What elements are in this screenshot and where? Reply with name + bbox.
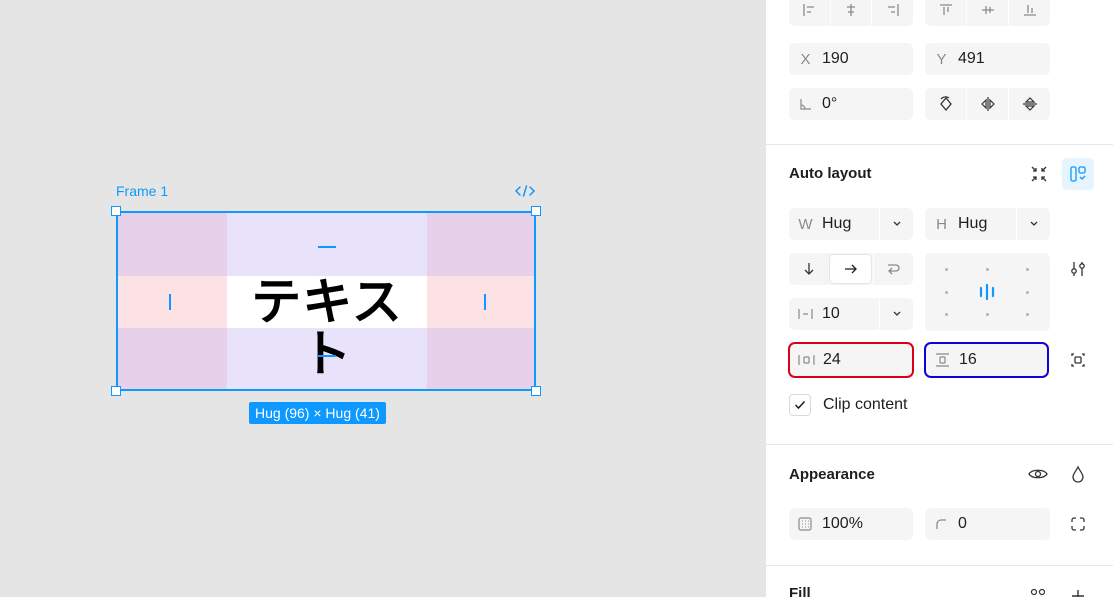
vertical-padding-field[interactable]: 16 bbox=[924, 342, 1049, 378]
align-center-indicator-icon[interactable] bbox=[978, 284, 996, 300]
corner-radius-value[interactable]: 0 bbox=[958, 515, 1050, 533]
align-center-h-icon[interactable] bbox=[829, 0, 872, 26]
flip-horizontal-icon[interactable] bbox=[966, 88, 1008, 120]
independent-corners-icon[interactable] bbox=[1062, 508, 1094, 540]
properties-panel: X 190 Y 491 0° Auto layout W Hug H Hug 1… bbox=[765, 0, 1113, 597]
bottom-padding-marker[interactable] bbox=[318, 355, 336, 357]
horizontal-padding-value[interactable]: 24 bbox=[823, 351, 912, 369]
resize-handle-bottom-left[interactable] bbox=[111, 386, 121, 396]
frame-1[interactable]: テキスト bbox=[116, 211, 536, 391]
text-layer[interactable]: テキスト bbox=[227, 276, 427, 380]
auto-layout-toggle-icon[interactable] bbox=[1062, 158, 1094, 190]
suggest-auto-layout-icon[interactable] bbox=[1023, 158, 1055, 190]
align-dot[interactable] bbox=[1026, 313, 1029, 316]
opacity-icon bbox=[789, 516, 822, 532]
gap-value[interactable]: 10 bbox=[822, 305, 879, 323]
align-dot[interactable] bbox=[1026, 268, 1029, 271]
align-top-icon[interactable] bbox=[925, 0, 966, 26]
chevron-down-icon[interactable] bbox=[1016, 208, 1050, 240]
align-dot[interactable] bbox=[945, 313, 948, 316]
flip-vertical-icon[interactable] bbox=[1008, 88, 1050, 120]
vertical-align-group bbox=[925, 0, 1050, 26]
x-value[interactable]: 190 bbox=[822, 50, 913, 68]
add-fill-icon[interactable] bbox=[1062, 580, 1094, 597]
appearance-title: Appearance bbox=[789, 466, 875, 483]
horizontal-align-group bbox=[789, 0, 913, 26]
divider bbox=[766, 444, 1113, 445]
right-padding-marker[interactable] bbox=[484, 294, 486, 310]
height-value[interactable]: Hug bbox=[958, 215, 1016, 233]
rotation-field[interactable]: 0° bbox=[789, 88, 913, 120]
frame-name-label[interactable]: Frame 1 bbox=[116, 183, 168, 199]
y-label: Y bbox=[936, 50, 947, 68]
left-padding-marker[interactable] bbox=[169, 294, 171, 310]
clip-content-label[interactable]: Clip content bbox=[823, 396, 908, 414]
individual-padding-icon[interactable] bbox=[1062, 344, 1094, 376]
sliders-icon[interactable] bbox=[1062, 253, 1094, 285]
vertical-padding-value[interactable]: 16 bbox=[959, 351, 1047, 369]
width-field[interactable]: W Hug bbox=[789, 208, 913, 240]
chevron-down-icon[interactable] bbox=[879, 298, 913, 330]
horizontal-padding-field[interactable]: 24 bbox=[788, 342, 914, 378]
design-canvas[interactable]: Frame 1 テキスト Hug (96) × Hug (41) bbox=[0, 0, 765, 597]
code-icon[interactable] bbox=[514, 183, 536, 199]
y-position-field[interactable]: Y 491 bbox=[925, 43, 1050, 75]
align-middle-v-icon[interactable] bbox=[966, 0, 1008, 26]
align-dot[interactable] bbox=[945, 291, 948, 294]
resize-handle-top-right[interactable] bbox=[531, 206, 541, 216]
opacity-field[interactable]: 100% bbox=[789, 508, 913, 540]
clip-content-checkbox[interactable] bbox=[789, 394, 811, 416]
x-label: X bbox=[800, 50, 811, 68]
gap-field[interactable]: 10 bbox=[789, 298, 913, 330]
rotate-90-icon[interactable] bbox=[925, 88, 966, 120]
size-badge: Hug (96) × Hug (41) bbox=[249, 402, 386, 424]
drop-icon[interactable] bbox=[1062, 458, 1094, 490]
width-value[interactable]: Hug bbox=[822, 215, 879, 233]
styles-grid-icon[interactable] bbox=[1022, 580, 1054, 597]
fill-title: Fill bbox=[789, 585, 811, 597]
divider bbox=[766, 565, 1113, 566]
align-right-icon[interactable] bbox=[871, 0, 913, 26]
align-dot[interactable] bbox=[945, 268, 948, 271]
eye-icon[interactable] bbox=[1022, 458, 1054, 490]
direction-group bbox=[789, 253, 913, 285]
top-padding-marker[interactable] bbox=[318, 246, 336, 248]
align-left-icon[interactable] bbox=[789, 0, 830, 26]
rotation-value[interactable]: 0° bbox=[822, 95, 913, 113]
arrow-down-icon[interactable] bbox=[789, 253, 828, 285]
align-dot[interactable] bbox=[986, 268, 989, 271]
chevron-down-icon[interactable] bbox=[879, 208, 913, 240]
wrap-icon[interactable] bbox=[872, 253, 913, 285]
corner-radius-icon bbox=[925, 517, 958, 531]
alignment-grid[interactable] bbox=[925, 253, 1050, 331]
x-position-field[interactable]: X 190 bbox=[789, 43, 913, 75]
align-dot[interactable] bbox=[986, 313, 989, 316]
transform-group bbox=[925, 88, 1050, 120]
angle-icon bbox=[789, 97, 822, 111]
opacity-value[interactable]: 100% bbox=[822, 515, 913, 533]
height-label: H bbox=[936, 215, 947, 233]
horizontal-padding-icon bbox=[790, 353, 823, 367]
auto-layout-title: Auto layout bbox=[789, 165, 872, 182]
resize-handle-bottom-right[interactable] bbox=[531, 386, 541, 396]
height-field[interactable]: H Hug bbox=[925, 208, 1050, 240]
arrow-right-icon[interactable] bbox=[830, 255, 871, 283]
gap-icon bbox=[789, 307, 822, 321]
width-label: W bbox=[798, 215, 813, 233]
corner-radius-field[interactable]: 0 bbox=[925, 508, 1050, 540]
vertical-padding-icon bbox=[926, 353, 959, 367]
resize-handle-top-left[interactable] bbox=[111, 206, 121, 216]
divider bbox=[766, 144, 1113, 145]
align-dot[interactable] bbox=[1026, 291, 1029, 294]
align-bottom-icon[interactable] bbox=[1008, 0, 1050, 26]
y-value[interactable]: 491 bbox=[958, 50, 1050, 68]
